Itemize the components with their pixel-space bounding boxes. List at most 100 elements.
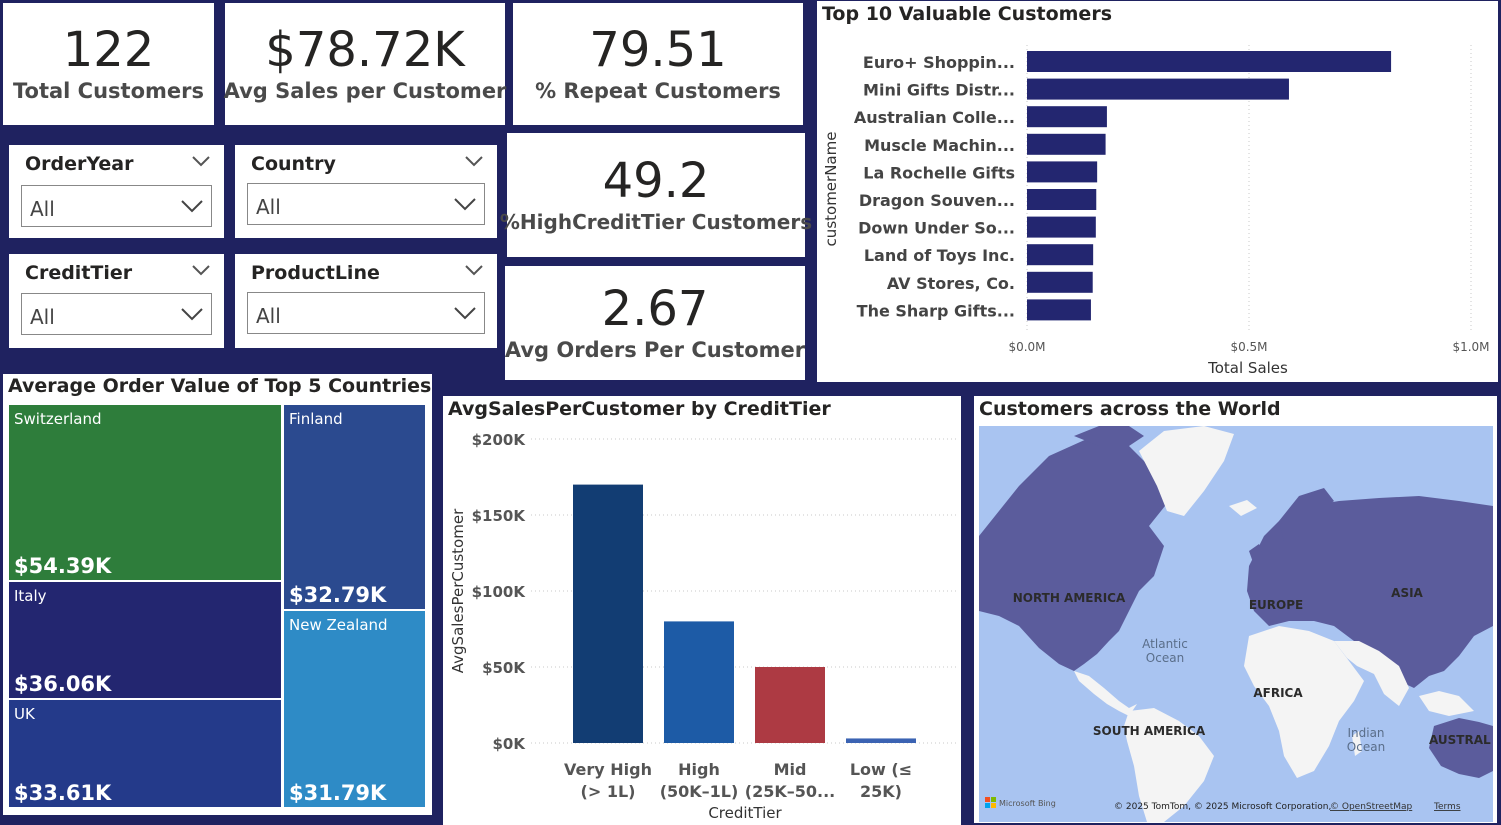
bar[interactable] bbox=[755, 667, 825, 743]
credit-tier-value: All bbox=[30, 305, 55, 329]
map-label-south-america: SOUTH AMERICA bbox=[1093, 724, 1206, 738]
avg-orders-card: 2.67 Avg Orders Per Customer bbox=[505, 266, 805, 380]
bar[interactable] bbox=[1027, 299, 1091, 321]
treemap-tile-uk[interactable]: UK $33.61K bbox=[9, 700, 281, 807]
category-label: Mini Gifts Distr... bbox=[863, 81, 1015, 100]
category-label: Mid bbox=[774, 760, 807, 779]
country-dropdown[interactable]: All bbox=[247, 183, 485, 225]
high-credit-label: %HighCreditTier Customers bbox=[499, 210, 813, 235]
avg-sales-card: $78.72K Avg Sales per Customer bbox=[224, 3, 506, 125]
treemap-tile-value: $32.79K bbox=[289, 583, 387, 607]
treemap-tile-label: New Zealand bbox=[289, 616, 388, 634]
openstreetmap-link[interactable]: © OpenStreetMap bbox=[1330, 802, 1413, 812]
chevron-down-icon bbox=[181, 308, 203, 321]
category-label: Dragon Souven... bbox=[859, 191, 1015, 210]
credit-tier-chart: AvgSalesPerCustomer by CreditTier AvgSal… bbox=[443, 396, 961, 825]
bar[interactable] bbox=[664, 621, 734, 743]
category-label: La Rochelle Gifts bbox=[863, 163, 1015, 182]
order-year-dropdown[interactable]: All bbox=[21, 185, 212, 227]
bar[interactable] bbox=[1027, 189, 1097, 210]
map-label-africa: AFRICA bbox=[1253, 686, 1303, 700]
treemap-tile-label: UK bbox=[14, 705, 35, 723]
bar[interactable] bbox=[1027, 161, 1098, 183]
credit-tier-title: CreditTier bbox=[25, 262, 133, 284]
country-treemap: Average Order Value of Top 5 Countries S… bbox=[3, 374, 432, 815]
category-label: Euro+ Shoppin... bbox=[863, 53, 1015, 72]
treemap-title: Average Order Value of Top 5 Countries bbox=[8, 375, 432, 397]
map-title: Customers across the World bbox=[979, 398, 1281, 420]
country-title: Country bbox=[251, 153, 336, 175]
category-label: Muscle Machin... bbox=[864, 136, 1015, 155]
treemap-tile-label: Finland bbox=[289, 410, 343, 428]
treemap-tile-value: $31.79K bbox=[289, 781, 387, 805]
map-label-north-america: NORTH AMERICA bbox=[1013, 591, 1126, 605]
repeat-customers-value: 79.51 bbox=[589, 21, 727, 78]
category-label: (25K–50... bbox=[745, 782, 835, 801]
map-label-atlantic: Atlantic bbox=[1142, 637, 1188, 651]
treemap-tile-italy[interactable]: Italy $36.06K bbox=[9, 582, 281, 698]
order-year-value: All bbox=[30, 197, 55, 221]
map-label-atlantic-ocean: Ocean bbox=[1146, 651, 1184, 665]
bar[interactable] bbox=[1027, 271, 1093, 293]
chevron-down-icon[interactable] bbox=[465, 264, 483, 276]
category-label: 25K) bbox=[860, 782, 902, 801]
credit-chart-x-axis-label: CreditTier bbox=[708, 804, 782, 822]
country-value: All bbox=[256, 195, 281, 219]
top-customers-x-axis-label: Total Sales bbox=[1207, 359, 1288, 377]
map-label-australia: AUSTRAL bbox=[1429, 733, 1491, 747]
credit-chart-plot: AvgSalesPerCustomer CreditTier $0K $50K $1… bbox=[449, 431, 958, 822]
bar[interactable] bbox=[846, 738, 916, 743]
product-line-slicer: ProductLine All bbox=[235, 254, 497, 348]
treemap-tile-value: $36.06K bbox=[14, 672, 112, 696]
top-customers-y-axis-label: customerName bbox=[822, 132, 840, 247]
bing-logo-text: Microsoft Bing bbox=[999, 799, 1056, 808]
y-tick-label: $150K bbox=[472, 507, 527, 525]
terms-link[interactable]: Terms bbox=[1433, 802, 1461, 812]
y-tick-label: $100K bbox=[472, 583, 527, 601]
chevron-down-icon[interactable] bbox=[465, 155, 483, 167]
y-tick-label: $200K bbox=[472, 431, 527, 449]
bar[interactable] bbox=[1027, 51, 1392, 72]
bar[interactable] bbox=[1027, 216, 1096, 238]
x-tick-label: $1.0M bbox=[1452, 340, 1489, 354]
bar[interactable] bbox=[573, 484, 643, 743]
bar[interactable] bbox=[1027, 106, 1107, 128]
category-label: High bbox=[678, 760, 720, 779]
map-label-indian-ocean: Ocean bbox=[1347, 740, 1385, 754]
credit-tier-dropdown[interactable]: All bbox=[21, 293, 212, 335]
product-line-dropdown[interactable]: All bbox=[247, 292, 485, 334]
treemap-tile-label: Italy bbox=[14, 587, 47, 605]
country-slicer: Country All bbox=[235, 145, 497, 238]
category-label: The Sharp Gifts... bbox=[857, 301, 1015, 320]
x-tick-label: $0.0M bbox=[1008, 340, 1045, 354]
chevron-down-icon bbox=[454, 307, 476, 320]
total-customers-value: 122 bbox=[62, 21, 155, 78]
avg-orders-label: Avg Orders Per Customer bbox=[504, 338, 806, 363]
order-year-slicer: OrderYear All bbox=[9, 145, 224, 238]
total-customers-card: 122 Total Customers bbox=[3, 3, 214, 125]
chevron-down-icon bbox=[181, 200, 203, 213]
chevron-down-icon[interactable] bbox=[192, 155, 210, 167]
treemap-tile-finland[interactable]: Finland $32.79K bbox=[284, 405, 425, 609]
product-line-value: All bbox=[256, 304, 281, 328]
treemap-tile-value: $54.39K bbox=[14, 554, 112, 578]
category-label: Australian Colle... bbox=[854, 108, 1015, 127]
bar[interactable] bbox=[1027, 244, 1094, 266]
map-label-europe: EUROPE bbox=[1249, 598, 1303, 612]
treemap-tile-switzerland[interactable]: Switzerland $54.39K bbox=[9, 405, 281, 580]
bar[interactable] bbox=[1027, 133, 1106, 155]
total-customers-label: Total Customers bbox=[13, 79, 204, 104]
y-tick-label: $50K bbox=[482, 659, 526, 677]
avg-sales-value: $78.72K bbox=[265, 21, 465, 78]
map-copyright: © 2025 TomTom, © 2025 Microsoft Corporat… bbox=[1114, 802, 1331, 812]
x-tick-label: $0.5M bbox=[1230, 340, 1267, 354]
category-label: Low (≤ bbox=[850, 760, 912, 779]
high-credit-card: 49.2 %HighCreditTier Customers bbox=[500, 133, 812, 257]
category-label: Land of Toys Inc. bbox=[864, 246, 1015, 265]
top-customers-plot: customerName Total Sales $0.0M $0.5M $1.0M… bbox=[822, 45, 1490, 377]
world-map[interactable]: NORTH AMERICA EUROPE ASIA Atlantic Ocean… bbox=[979, 426, 1493, 822]
chevron-down-icon bbox=[454, 198, 476, 211]
bar[interactable] bbox=[1027, 78, 1289, 100]
treemap-tile-new-zealand[interactable]: New Zealand $31.79K bbox=[284, 611, 425, 807]
chevron-down-icon[interactable] bbox=[192, 264, 210, 276]
